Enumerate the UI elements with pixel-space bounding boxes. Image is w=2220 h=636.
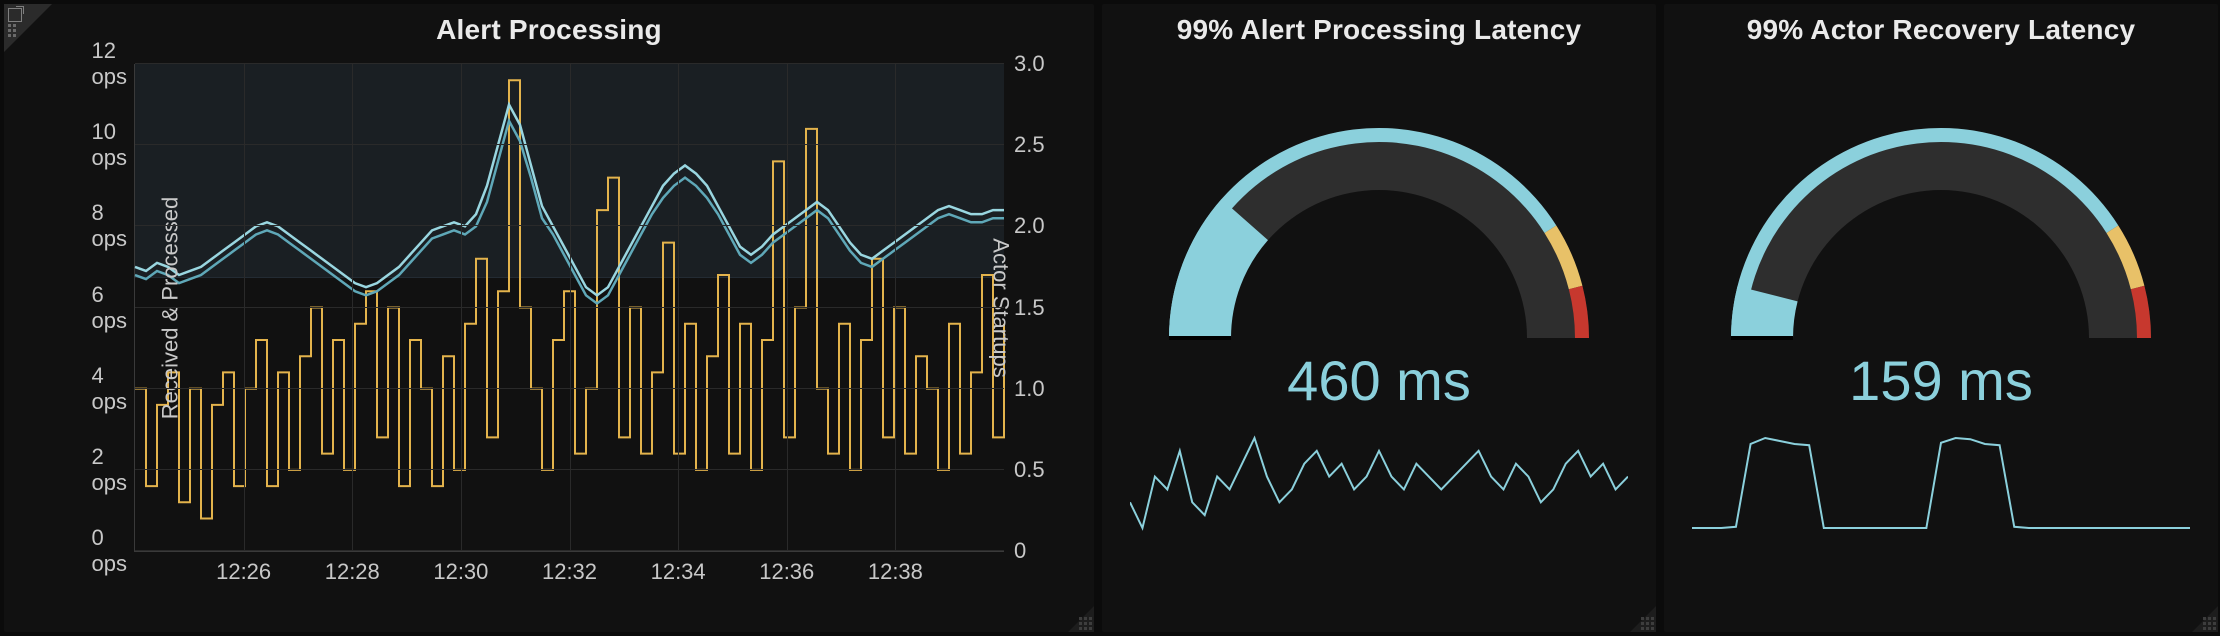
x-tick: 12:34 — [651, 551, 706, 585]
y-left-axis-label: Received & Processed — [157, 196, 183, 419]
gauge-value: 159 ms — [1664, 348, 2218, 413]
panel-recovery-latency: 99% Actor Recovery Latency 159 ms — [1664, 4, 2218, 632]
y-right-tick: 2.0 — [1004, 213, 1045, 239]
y-left-tick: 4 ops — [92, 363, 135, 415]
y-left-tick: 12 ops — [92, 38, 135, 90]
gauge-value: 460 ms — [1102, 348, 1656, 413]
y-left-tick: 10 ops — [92, 119, 135, 171]
resize-handle[interactable] — [1630, 606, 1656, 632]
resize-handle[interactable] — [1068, 606, 1094, 632]
y-left-tick: 0 ops — [92, 525, 135, 577]
gauge-svg — [1691, 68, 2191, 368]
panel-title: 99% Actor Recovery Latency — [1664, 4, 2218, 46]
y-right-tick: 3.0 — [1004, 51, 1045, 77]
panel-alert-latency: 99% Alert Processing Latency 460 ms — [1102, 4, 1656, 632]
panel-title: Alert Processing — [4, 4, 1094, 46]
y-left-tick: 2 ops — [92, 444, 135, 496]
y-right-tick: 1.5 — [1004, 295, 1045, 321]
gauge-svg — [1129, 68, 1629, 368]
x-tick: 12:36 — [759, 551, 814, 585]
x-tick: 12:32 — [542, 551, 597, 585]
x-tick: 12:38 — [868, 551, 923, 585]
drag-handle-icon[interactable] — [8, 24, 22, 38]
resize-handle[interactable] — [2192, 606, 2218, 632]
gauge: 159 ms — [1664, 68, 2218, 578]
popout-icon[interactable] — [8, 8, 22, 22]
dashboard-row: Alert Processing Received & Processed Ac… — [0, 0, 2220, 636]
x-tick: 12:30 — [433, 551, 488, 585]
y-right-tick: 2.5 — [1004, 132, 1045, 158]
y-left-tick: 8 ops — [92, 200, 135, 252]
y-right-tick: 0 — [1004, 538, 1026, 564]
panel-title: 99% Alert Processing Latency — [1102, 4, 1656, 46]
sparkline — [1130, 418, 1628, 538]
panel-alert-processing: Alert Processing Received & Processed Ac… — [4, 4, 1094, 632]
panel-menu-corner[interactable] — [4, 4, 52, 52]
gauge: 460 ms — [1102, 68, 1656, 578]
x-tick: 12:28 — [325, 551, 380, 585]
chart-area[interactable]: Received & Processed Actor Startups 0 op… — [24, 56, 1074, 596]
sparkline — [1692, 418, 2190, 538]
y-right-tick: 1.0 — [1004, 376, 1045, 402]
y-left-tick: 6 ops — [92, 282, 135, 334]
chart-plot[interactable]: Received & Processed Actor Startups 0 op… — [134, 64, 1004, 552]
y-right-tick: 0.5 — [1004, 457, 1045, 483]
x-tick: 12:26 — [216, 551, 271, 585]
